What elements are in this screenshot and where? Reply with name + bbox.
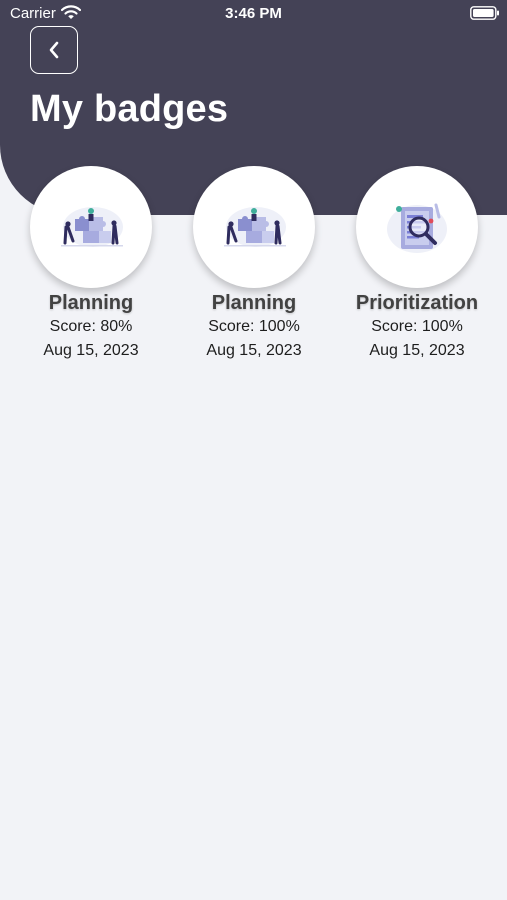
badge-date: Aug 15, 2023 bbox=[206, 342, 302, 359]
badge-image bbox=[193, 166, 315, 288]
magnifier-document-illustration bbox=[387, 203, 447, 253]
puzzle-team-illustration bbox=[224, 207, 286, 247]
badge-score: Score: 100% bbox=[208, 318, 300, 335]
status-bar: Carrier 3:46 PM bbox=[0, 0, 507, 28]
puzzle-team-illustration bbox=[61, 207, 123, 247]
badge-date: Aug 15, 2023 bbox=[369, 342, 465, 359]
badge-title: Planning bbox=[48, 292, 134, 314]
badge-card[interactable]: Prioritization Score: 100% Aug 15, 2023 bbox=[337, 166, 497, 363]
chevron-left-icon bbox=[49, 41, 59, 59]
badge-card[interactable]: Planning Score: 80% Aug 15, 2023 bbox=[11, 166, 171, 363]
page-title: My badges bbox=[30, 88, 229, 130]
badge-image bbox=[356, 166, 478, 288]
back-button[interactable] bbox=[30, 26, 78, 74]
badge-score: Score: 80% bbox=[49, 318, 133, 335]
badge-score: Score: 100% bbox=[371, 318, 463, 335]
badge-card[interactable]: Planning Score: 100% Aug 15, 2023 bbox=[174, 166, 334, 363]
status-time: 3:46 PM bbox=[225, 5, 282, 22]
badge-title: Planning bbox=[211, 292, 297, 314]
battery-icon bbox=[470, 6, 499, 20]
badge-title: Prioritization bbox=[355, 292, 479, 314]
badge-image bbox=[30, 166, 152, 288]
badge-date: Aug 15, 2023 bbox=[43, 342, 139, 359]
